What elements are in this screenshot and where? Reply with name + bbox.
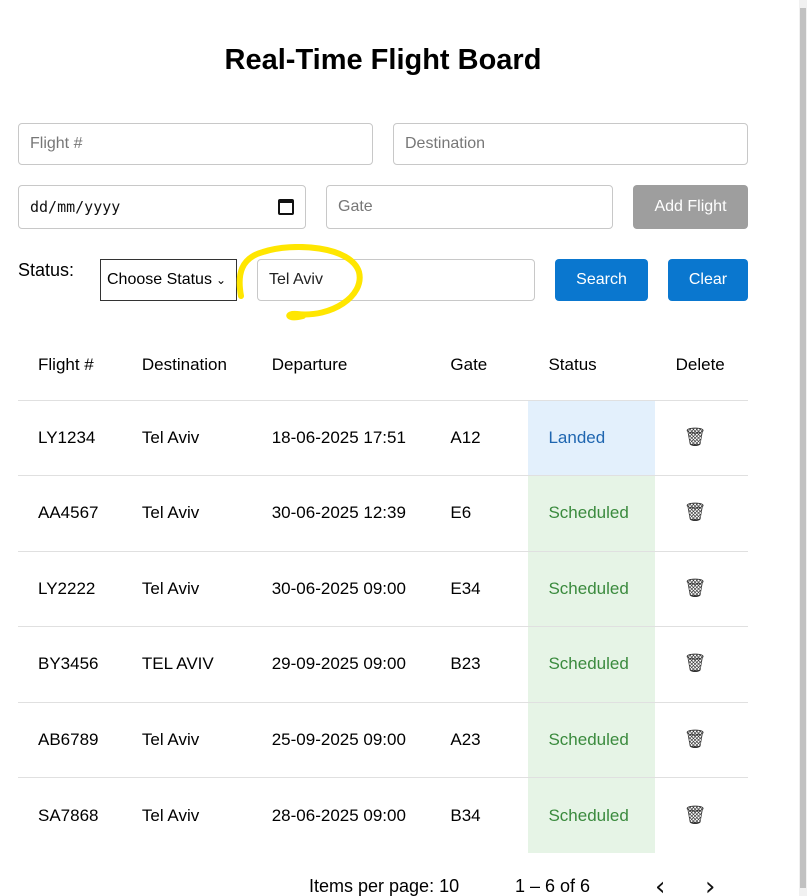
status-select-value: Choose Status: [107, 271, 212, 288]
cell-gate: B23: [450, 626, 529, 703]
destination-input[interactable]: Destination: [393, 123, 748, 165]
gate-placeholder: Gate: [338, 198, 373, 215]
header-status: Status: [528, 330, 655, 401]
departure-date-input[interactable]: dd/mm/yyyy: [18, 185, 306, 229]
header-destination: Destination: [141, 330, 272, 401]
date-placeholder: dd/mm/yyyy: [30, 198, 121, 216]
cell-delete: 🗑: [654, 626, 748, 703]
table-row: AA4567 Tel Aviv 30-06-2025 12:39 E6 Sche…: [18, 475, 748, 552]
status-select[interactable]: Choose Status ⌄: [100, 259, 237, 301]
trash-icon[interactable]: 🗑: [676, 428, 707, 446]
cell-departure: 28-06-2025 09:00: [271, 805, 406, 825]
gate-input[interactable]: Gate: [326, 185, 613, 229]
scrollbar-thumb[interactable]: [800, 8, 806, 888]
table-row: AB6789 Tel Aviv 25-09-2025 09:00 A23 Sch…: [18, 702, 748, 778]
cell-departure: 18-06-2025 17:51: [271, 400, 451, 476]
search-button[interactable]: Search: [555, 259, 648, 301]
cell-delete: 🗑: [654, 551, 748, 627]
flights-table: Flight # Destination Departure Gate Stat…: [18, 330, 748, 853]
header-departure: Departure: [271, 330, 451, 401]
highlight-annotation: [236, 244, 363, 321]
trash-icon[interactable]: 🗑: [676, 654, 707, 672]
cell-status: Scheduled: [528, 702, 655, 778]
cell-status: Scheduled: [528, 626, 655, 703]
cell-flight: BY3456: [18, 626, 142, 703]
trash-icon[interactable]: 🗑: [676, 503, 707, 521]
status-filter-label: Status:: [18, 260, 75, 280]
cell-destination: Tel Aviv: [141, 702, 272, 778]
cell-status: Scheduled: [528, 777, 655, 853]
trash-icon[interactable]: 🗑: [676, 730, 707, 748]
cell-departure: 30-06-2025 09:00: [271, 551, 451, 627]
cell-flight: AA4567: [18, 475, 142, 552]
items-per-page-select[interactable]: Items per page: 10: [309, 876, 459, 896]
destination-placeholder: Destination: [405, 135, 486, 152]
table-row: LY2222 Tel Aviv 30-06-2025 09:00 E34 Sch…: [18, 551, 748, 627]
cell-status: Scheduled: [528, 551, 655, 627]
cell-delete: 🗑: [654, 702, 748, 778]
chevron-down-icon: ⌄: [215, 273, 227, 287]
header-delete: Delete: [654, 330, 748, 401]
pagination-range: 1 – 6 of 6: [515, 876, 591, 896]
cell-status: Landed: [528, 400, 655, 476]
cell-delete: 🗑: [654, 400, 748, 476]
table-row: SA7868 Tel Aviv 28-06-2025 09:00 B34 Sch…: [18, 777, 748, 854]
cell-flight: SA7868: [38, 805, 99, 825]
cell-destination: Tel Aviv: [141, 805, 200, 825]
table-row: BY3456 TEL AVIV 29-09-2025 09:00 B23 Sch…: [18, 626, 748, 703]
scrollbar-track[interactable]: [799, 0, 807, 896]
clear-button[interactable]: Clear: [668, 259, 748, 301]
cell-departure: 29-09-2025 09:00: [271, 626, 451, 703]
table-header-row: Flight # Destination Departure Gate Stat…: [18, 330, 748, 401]
trash-icon[interactable]: 🗑: [676, 579, 707, 597]
cell-departure: 30-06-2025 12:39: [271, 475, 451, 552]
cell-delete: 🗑: [654, 475, 748, 552]
flight-number-placeholder: Flight #: [30, 135, 83, 152]
cell-destination: Tel Aviv: [141, 400, 272, 476]
cell-gate: E6: [450, 475, 529, 552]
cell-destination: Tel Aviv: [141, 475, 272, 552]
cell-gate: E34: [450, 551, 529, 627]
add-flight-button[interactable]: Add Flight: [633, 185, 748, 229]
header-flight: Flight #: [18, 330, 142, 401]
page-title: Real-Time Flight Board: [224, 44, 542, 76]
cell-delete: 🗑: [655, 778, 748, 854]
calendar-icon[interactable]: [278, 199, 294, 215]
cell-flight: LY1234: [18, 400, 142, 476]
trash-icon[interactable]: 🗑: [676, 806, 707, 824]
flight-board-page: Real-Time Flight Board Flight # Destinat…: [0, 0, 807, 896]
cell-destination: Tel Aviv: [141, 551, 272, 627]
cell-status: Scheduled: [528, 475, 655, 552]
cell-gate: A23: [450, 702, 529, 778]
cell-flight: LY2222: [18, 551, 142, 627]
cell-gate: B34: [450, 805, 481, 825]
cell-destination: TEL AVIV: [141, 626, 272, 703]
flight-number-input[interactable]: Flight #: [18, 123, 373, 165]
chevron-right-icon[interactable]: ›: [705, 872, 715, 896]
chevron-left-icon[interactable]: ‹: [655, 872, 665, 896]
cell-gate: A12: [450, 400, 529, 476]
cell-flight: AB6789: [18, 702, 142, 778]
header-gate: Gate: [450, 330, 529, 401]
cell-departure: 25-09-2025 09:00: [271, 702, 451, 778]
table-row: LY1234 Tel Aviv 18-06-2025 17:51 A12 Lan…: [18, 400, 748, 476]
